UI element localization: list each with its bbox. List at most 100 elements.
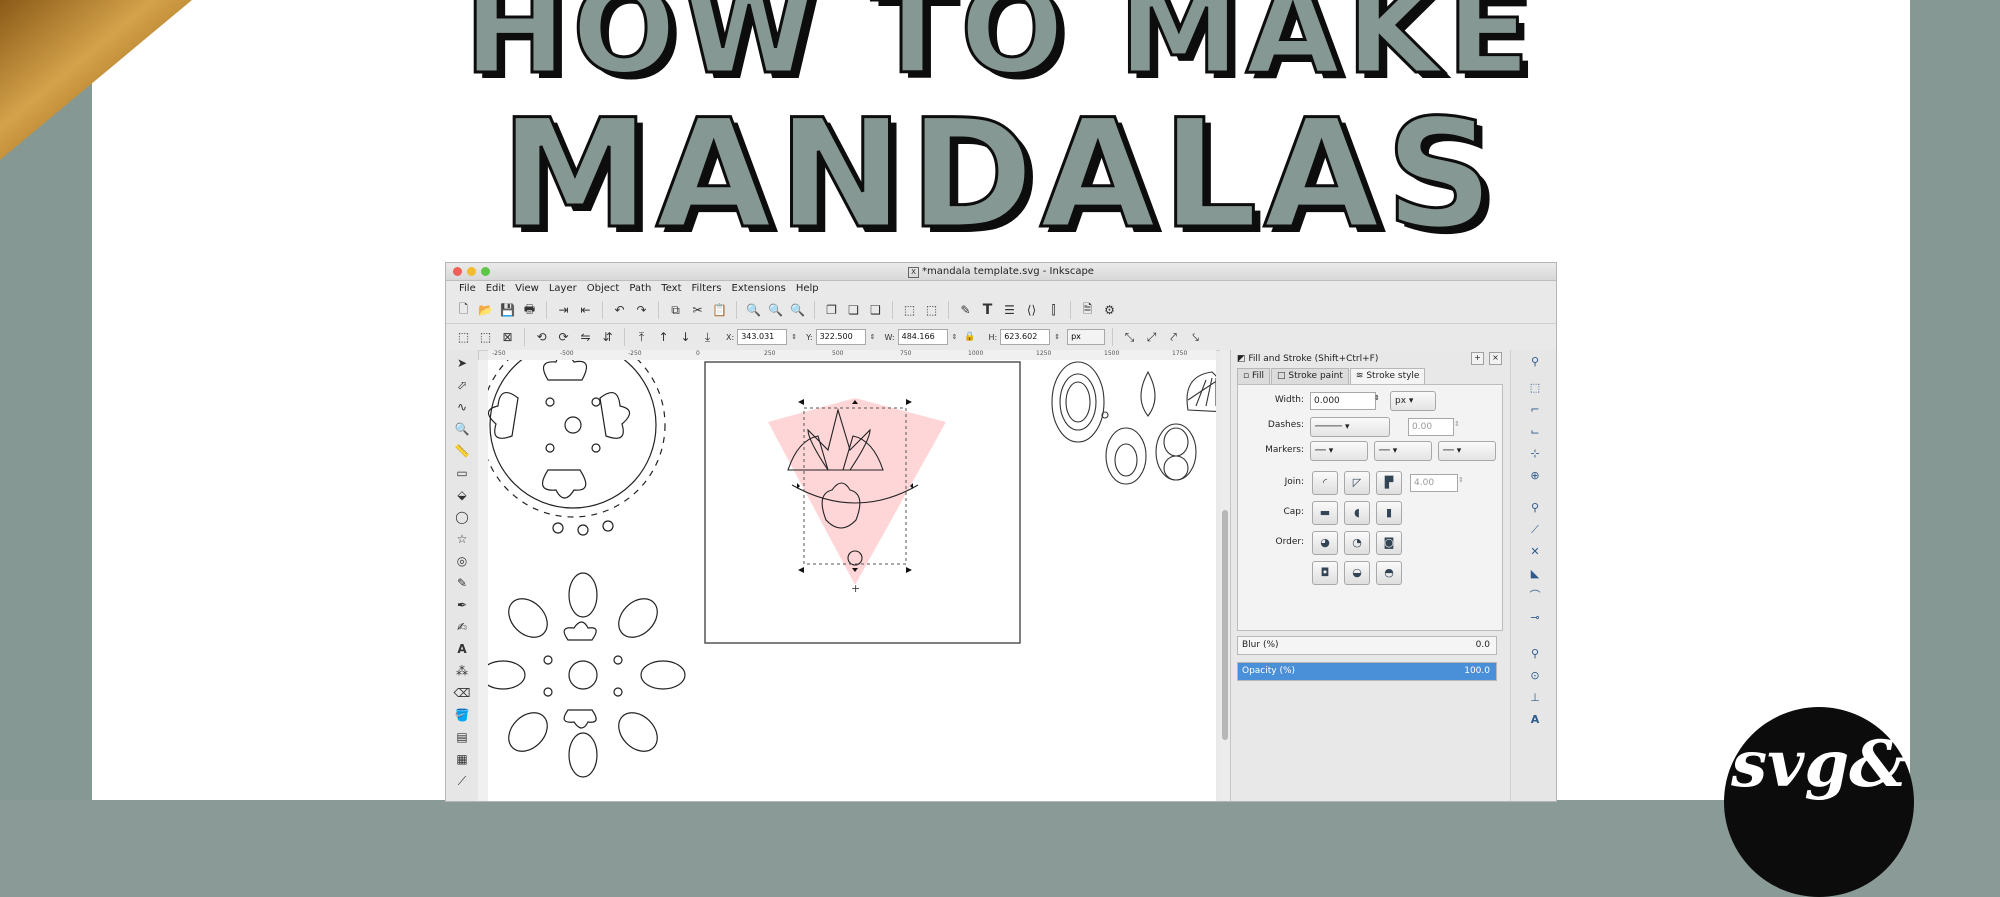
width-input[interactable]: 0.000: [1310, 392, 1376, 410]
width-unit-select[interactable]: px ▾: [1390, 391, 1436, 411]
ellipse-tool-icon[interactable]: ◯: [453, 508, 471, 526]
panel-close-button[interactable]: ×: [1489, 352, 1502, 365]
snap-bbox-corners-icon[interactable]: ⌙: [1527, 424, 1543, 440]
scale-corners-icon[interactable]: ⤢: [1142, 328, 1161, 347]
snap-bbox-centers-icon[interactable]: ⊕: [1527, 468, 1543, 484]
menu-filters[interactable]: Filters: [687, 281, 727, 297]
rotate-cw-icon[interactable]: ⟳: [554, 328, 573, 347]
snap-text-baseline-icon[interactable]: A: [1527, 712, 1543, 728]
menu-file[interactable]: File: [454, 281, 481, 297]
start-marker-select[interactable]: ── ▾: [1310, 441, 1368, 461]
butt-cap-button[interactable]: ▬: [1312, 501, 1338, 525]
window-close-button[interactable]: [453, 267, 462, 276]
snap-bbox-midpoints-icon[interactable]: ⊹: [1527, 446, 1543, 462]
snap-bbox-edges-icon[interactable]: ⌐: [1527, 402, 1543, 418]
tab-fill[interactable]: ▫ Fill: [1237, 368, 1271, 384]
miter-join-button[interactable]: ▛: [1376, 471, 1402, 495]
eraser-tool-icon[interactable]: ⌫: [453, 684, 471, 702]
spiral-tool-icon[interactable]: ◎: [453, 552, 471, 570]
snap-smooth-nodes-icon[interactable]: ⌒: [1527, 588, 1543, 604]
copy-icon[interactable]: ⧉: [666, 301, 685, 320]
drawing-canvas[interactable]: +: [480, 332, 1228, 801]
snap-nodes-icon[interactable]: ⚲: [1527, 500, 1543, 516]
bevel-join-button[interactable]: ◸: [1344, 471, 1370, 495]
spray-tool-icon[interactable]: ⁂: [453, 662, 471, 680]
round-cap-button[interactable]: ◖: [1344, 501, 1370, 525]
menu-text[interactable]: Text: [656, 281, 686, 297]
rotate-ccw-icon[interactable]: ⟲: [532, 328, 551, 347]
measure-tool-icon[interactable]: 📏: [453, 442, 471, 460]
snap-paths-icon[interactable]: ⟋: [1527, 522, 1543, 538]
text-font-icon[interactable]: T: [978, 301, 997, 320]
x-input[interactable]: 343.031: [737, 329, 788, 345]
snap-centers-icon[interactable]: ⚲: [1527, 646, 1543, 662]
zoom-selection-icon[interactable]: 🔍: [744, 301, 763, 320]
menu-object[interactable]: Object: [582, 281, 625, 297]
window-minimize-button[interactable]: [467, 267, 476, 276]
end-marker-select[interactable]: ── ▾: [1438, 441, 1496, 461]
import-icon[interactable]: ⇥: [554, 301, 573, 320]
zoom-tool-icon[interactable]: 🔍: [453, 420, 471, 438]
ungroup-icon[interactable]: ⬚: [922, 301, 941, 320]
rotation-center-marker[interactable]: +: [851, 582, 860, 595]
menu-view[interactable]: View: [510, 281, 544, 297]
opacity-slider[interactable]: Opacity (%) 100.0: [1237, 662, 1497, 681]
snap-bbox-icon[interactable]: ⬚: [1527, 380, 1543, 396]
xml-editor-icon[interactable]: ⟨⟩: [1022, 301, 1041, 320]
paste-icon[interactable]: 📋: [710, 301, 729, 320]
print-icon[interactable]: 🖶: [520, 301, 539, 320]
dashes-select[interactable]: ───── ▾: [1310, 417, 1390, 437]
preferences-icon[interactable]: ⚙: [1100, 301, 1119, 320]
selected-wedge[interactable]: [768, 398, 946, 585]
pen-tool-icon[interactable]: ✒: [453, 596, 471, 614]
text-tool-icon[interactable]: A: [453, 640, 471, 658]
calligraphy-tool-icon[interactable]: ✍: [453, 618, 471, 636]
order-stroke-fill-markers-button[interactable]: ◔: [1344, 531, 1370, 555]
scrollbar-thumb[interactable]: [1222, 510, 1228, 740]
square-cap-button[interactable]: ▮: [1376, 501, 1402, 525]
tab-stroke-style[interactable]: ≋ Stroke style: [1349, 368, 1426, 384]
miter-limit-input[interactable]: 4.00: [1410, 474, 1458, 492]
select-all-icon[interactable]: ⬚: [454, 328, 473, 347]
move-gradients-icon[interactable]: ⤤: [1164, 328, 1183, 347]
raise-to-top-icon[interactable]: ⤒: [632, 328, 651, 347]
lock-proportions-icon[interactable]: 🔒: [960, 328, 979, 347]
new-document-icon[interactable]: 🗋: [454, 301, 473, 320]
loose-shapes[interactable]: [1051, 361, 1228, 485]
miter-limit-spinner-icon[interactable]: ⇕: [1458, 476, 1464, 484]
window-maximize-button[interactable]: [481, 267, 490, 276]
align-distribute-icon[interactable]: ⫿: [1044, 301, 1063, 320]
lower-to-bottom-icon[interactable]: ⤓: [698, 328, 717, 347]
flip-vertical-icon[interactable]: ⇵: [598, 328, 617, 347]
3d-box-tool-icon[interactable]: ⬙: [453, 486, 471, 504]
dash-offset-spinner-icon[interactable]: ⇕: [1454, 420, 1460, 428]
menu-layer[interactable]: Layer: [544, 281, 582, 297]
clone-icon[interactable]: ❏: [844, 301, 863, 320]
mandala-drawing-bottom[interactable]: [480, 572, 686, 778]
scale-stroke-icon[interactable]: ⤡: [1120, 328, 1139, 347]
lower-icon[interactable]: ↓: [676, 328, 695, 347]
export-icon[interactable]: ⇤: [576, 301, 595, 320]
redo-icon[interactable]: ↷: [632, 301, 651, 320]
open-folder-icon[interactable]: 📂: [476, 301, 495, 320]
h-spinner-icon[interactable]: ⇕: [1054, 333, 1060, 341]
tab-stroke-paint[interactable]: □ Stroke paint: [1271, 368, 1349, 384]
dash-offset-input[interactable]: 0.00: [1408, 418, 1454, 436]
x-spinner-icon[interactable]: ⇕: [791, 333, 797, 341]
order-markers-fill-stroke-button[interactable]: ◘: [1312, 561, 1338, 585]
order-fill-stroke-markers-button[interactable]: ◕: [1312, 531, 1338, 555]
mandala-drawing-top[interactable]: [480, 332, 666, 536]
w-spinner-icon[interactable]: ⇕: [952, 333, 958, 341]
document-properties-icon[interactable]: 🗎: [1078, 301, 1097, 320]
star-tool-icon[interactable]: ☆: [453, 530, 471, 548]
snap-page-border-icon[interactable]: ⊥: [1527, 690, 1543, 706]
zoom-drawing-icon[interactable]: 🔍: [766, 301, 785, 320]
width-spinner-icon[interactable]: ⇕: [1374, 394, 1380, 402]
move-patterns-icon[interactable]: ⤥: [1186, 328, 1205, 347]
duplicate-icon[interactable]: ❐: [822, 301, 841, 320]
snap-line-midpoints-icon[interactable]: ⊸: [1527, 610, 1543, 626]
unlink-clone-icon[interactable]: ❑: [866, 301, 885, 320]
panel-dock-button[interactable]: +: [1471, 352, 1484, 365]
h-input[interactable]: 623.602: [1000, 329, 1051, 345]
y-input[interactable]: 322.500: [815, 329, 866, 345]
